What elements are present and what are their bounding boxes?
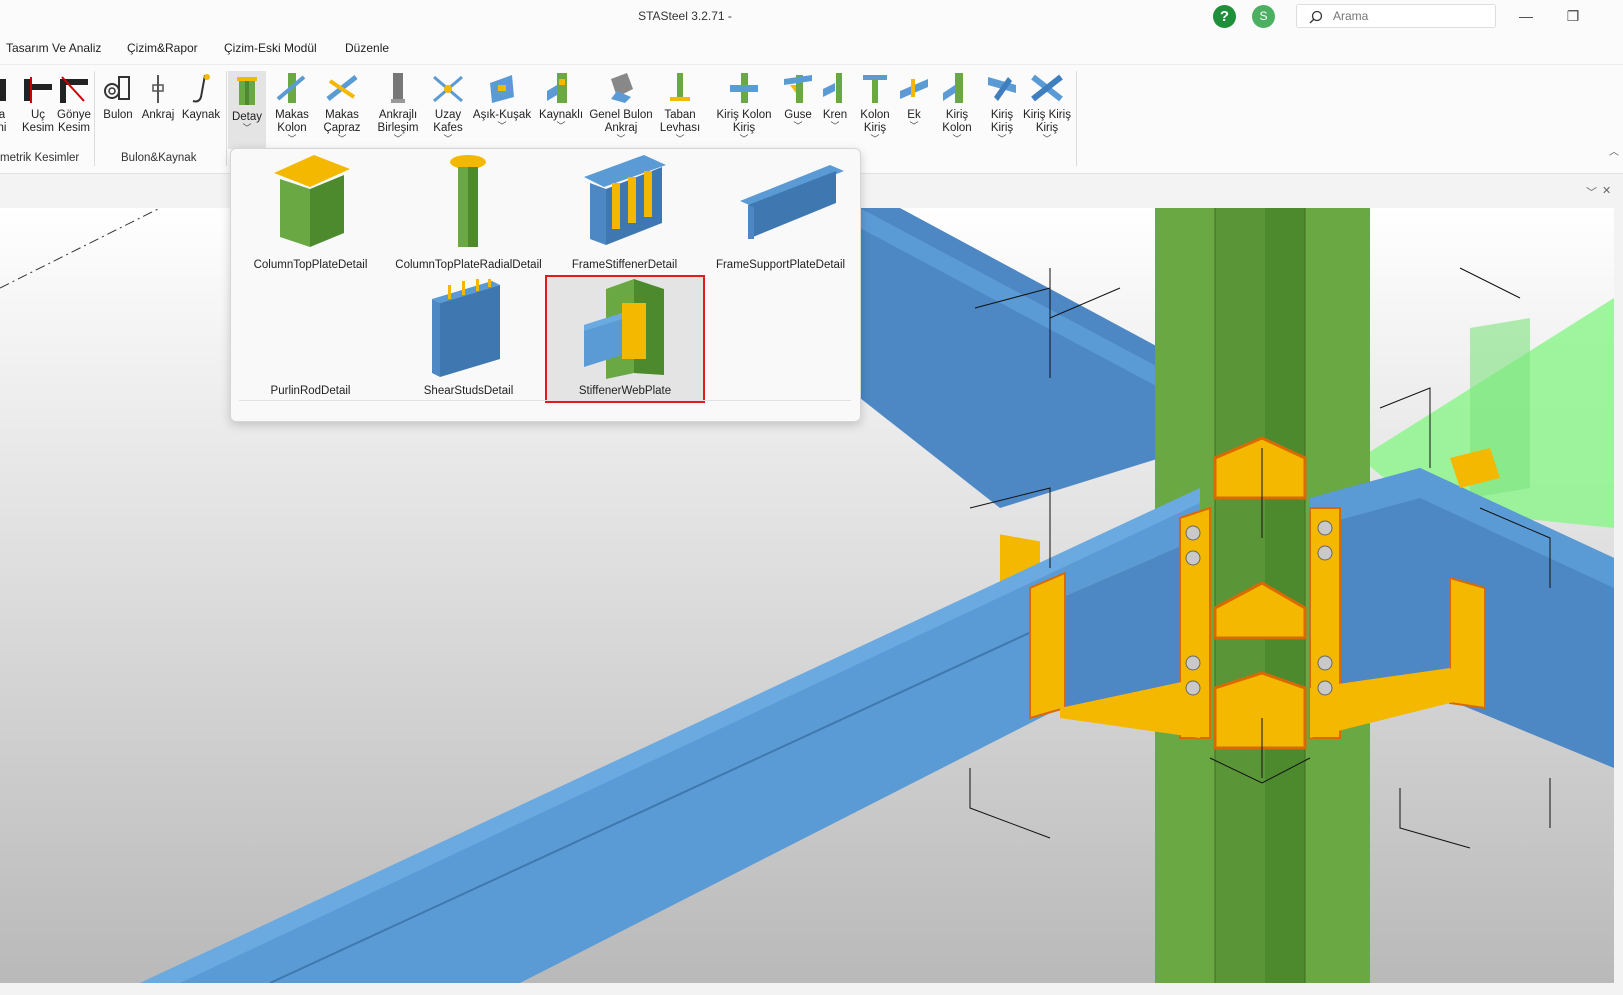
ribbon-kiris-kiris-button[interactable]: Kiriş Kiriş ﹀ [982, 71, 1022, 144]
status-bar [0, 983, 1623, 995]
chevron-down-icon[interactable]: ﹀ [1586, 184, 1597, 200]
minimize-icon[interactable]: — [1516, 8, 1536, 26]
column-top-plate-icon [274, 155, 350, 247]
user-avatar[interactable]: S [1252, 5, 1275, 28]
ribbon-kiris-kolon-button[interactable]: Kiriş Kolon ﹀ [932, 71, 982, 144]
ribbon-ankrajli-birlesim-button[interactable]: Ankrajlı Birleşim ﹀ [370, 71, 426, 144]
detail-item-stiffener-web-plate[interactable]: StiffenerWebPlate [545, 275, 705, 403]
menu-cizim-eski[interactable]: Çizim-Eski Modül [224, 41, 317, 55]
frame-support-plate-icon [740, 165, 844, 239]
ribbon-makas-kolon-button[interactable]: Makas Kolon ﹀ [268, 71, 316, 144]
column-beam-icon [863, 75, 887, 103]
shear-studs-icon [432, 279, 500, 377]
group-label-kesimler: metrik Kesimler [0, 152, 80, 164]
bolt-icon [104, 76, 130, 100]
ribbon-separator [1076, 71, 1077, 166]
frame-stiffener-icon [584, 155, 666, 245]
ribbon-bulon-button[interactable]: Bulon [98, 71, 138, 122]
miter-cut-icon [60, 76, 88, 103]
detail-item-purlin-rod[interactable]: PurlinRodDetail [233, 277, 388, 401]
group-label-bulon-kaynak: Bulon&Kaynak [121, 152, 197, 164]
window-title: STASteel 3.2.71 - [638, 9, 732, 23]
ribbon-taban-levhasi-button[interactable]: Taban Levhası ﹀ [656, 71, 704, 144]
ribbon-kren-button[interactable]: Kren ﹀ [818, 71, 852, 131]
anchor-icon [152, 75, 164, 103]
weld-icon [192, 74, 210, 103]
beam-column-beam-icon [730, 73, 758, 103]
ribbon-kiris-kolon-kiris-button[interactable]: Kiriş Kolon Kiriş ﹀ [708, 71, 780, 144]
ribbon-cut-button[interactable]: a ni [0, 71, 10, 135]
menu-bar: Tasarım Ve Analiz Çizim&Rapor Çizim-Eski… [0, 34, 1623, 64]
detail-dropdown-panel: ColumnTopPlateDetail ColumnTopPlateRadia… [230, 148, 861, 422]
ribbon-detay-button[interactable]: Detay ﹀ [228, 71, 266, 149]
purlin-icon [490, 75, 514, 103]
haunch-icon [784, 75, 812, 103]
detail-icon [237, 77, 257, 105]
close-icon[interactable]: ✕ [1602, 184, 1611, 197]
ribbon-collapse-icon[interactable]: ︿ [1609, 143, 1619, 158]
base-plate-icon [670, 73, 690, 101]
title-bar: STASteel 3.2.71 - ? S — ❐ [0, 0, 1623, 34]
ribbon-kiris-kiris-kiris-button[interactable]: Kiriş Kiriş Kiriş ﹀ [1022, 71, 1072, 144]
search-input[interactable] [1333, 8, 1483, 24]
menu-tasarim[interactable]: Tasarım Ve Analiz [6, 41, 101, 55]
ribbon-kolon-kiris-button[interactable]: Kolon Kiriş ﹀ [852, 71, 898, 144]
ribbon-separator [94, 71, 95, 166]
ribbon-ek-button[interactable]: Ek ﹀ [898, 71, 930, 131]
anchored-joint-icon [391, 73, 405, 103]
ribbon-genel-bulon-ankraj-button[interactable]: Genel Bulon Ankraj ﹀ [588, 71, 654, 144]
column-top-plate-radial-icon [450, 155, 486, 247]
ribbon-kaynakli-button[interactable]: Kaynaklı ﹀ [536, 71, 586, 131]
detail-item-frame-support-plate[interactable]: FrameSupportPlateDetail [703, 151, 858, 275]
ribbon-ankraj-button[interactable]: Ankraj [138, 71, 178, 122]
crane-icon [823, 73, 842, 103]
detail-item-frame-stiffener[interactable]: FrameStiffenerDetail [547, 151, 702, 275]
ribbon-separator [226, 71, 227, 166]
menu-cizim-rapor[interactable]: Çizim&Rapor [127, 41, 198, 55]
end-cut-icon [24, 77, 52, 103]
detail-item-shear-studs[interactable]: ShearStudsDetail [391, 277, 546, 401]
ribbon-makas-capraz-button[interactable]: Makas Çapraz ﹀ [316, 71, 368, 144]
help-icon[interactable]: ? [1213, 5, 1236, 28]
detail-item-column-top-plate[interactable]: ColumnTopPlateDetail [233, 151, 388, 275]
restore-icon[interactable]: ❐ [1563, 8, 1583, 26]
general-bolt-icon [611, 73, 633, 103]
search-icon [1309, 10, 1323, 24]
splice-icon [900, 79, 928, 99]
truss-brace-icon [326, 75, 358, 101]
truss-column-icon [276, 73, 306, 103]
detail-item-column-top-plate-radial[interactable]: ColumnTopPlateRadialDetail [391, 151, 546, 275]
beam-beam-icon [988, 77, 1016, 101]
beam-column-icon [943, 73, 963, 103]
welded-icon [547, 73, 567, 103]
ribbon-gonye-kesim-button[interactable]: Gönye Kesim [52, 71, 96, 135]
popup-divider [239, 400, 851, 401]
menu-duzenle[interactable]: Düzenle [345, 41, 389, 55]
ribbon-guse-button[interactable]: Guse ﹀ [780, 71, 816, 131]
space-frame-icon [433, 75, 463, 103]
ribbon-kaynak-button[interactable]: Kaynak [178, 71, 224, 122]
beam-beam-beam-icon [1031, 74, 1063, 102]
stiffener-web-plate-icon [584, 279, 664, 379]
ribbon-asik-kusak-button[interactable]: Aşık-Kuşak ﹀ [470, 71, 534, 131]
search-box[interactable] [1296, 4, 1496, 28]
ribbon-uzay-kafes-button[interactable]: Uzay Kafes ﹀ [428, 71, 468, 144]
